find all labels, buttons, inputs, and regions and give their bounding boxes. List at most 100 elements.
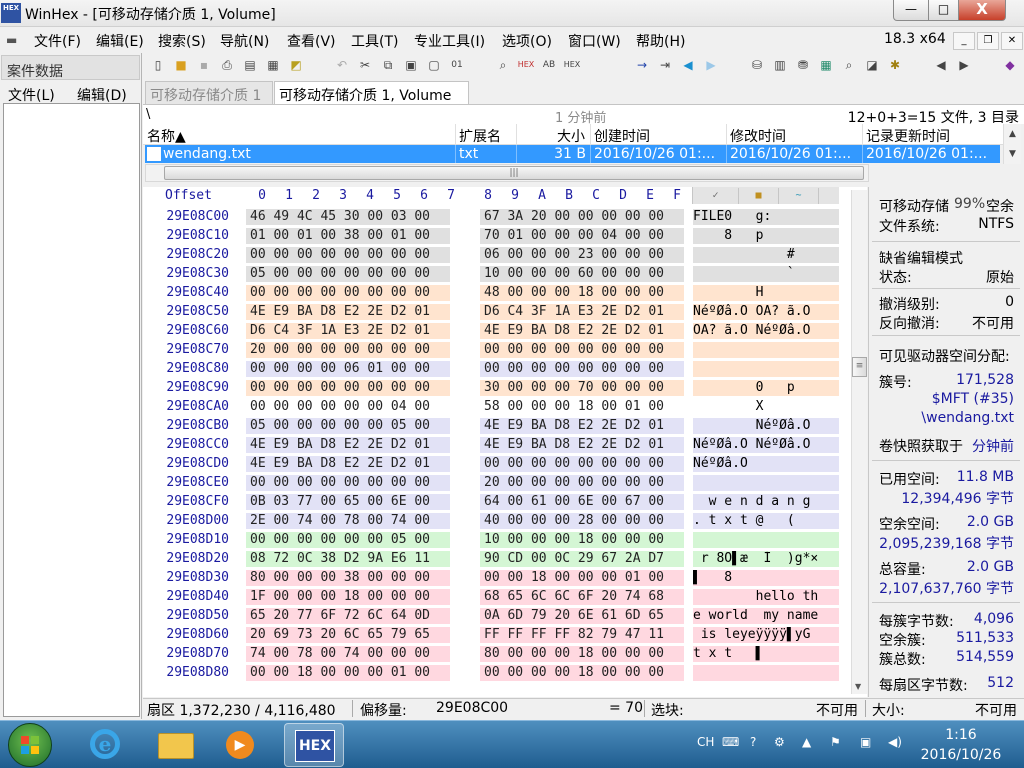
winhex-taskbar-button[interactable]: HEX xyxy=(284,723,344,767)
hex-text[interactable]: hello th xyxy=(693,589,839,605)
data-interpreter-icon[interactable]: ◪ xyxy=(863,56,881,74)
menu-edit[interactable]: 编辑(E) xyxy=(96,31,144,51)
hex-text[interactable]: w e n d a n g xyxy=(693,494,839,510)
hex-row[interactable]: 29E08C30 05 00 00 00 00 00 00 00 10 00 00 … xyxy=(143,265,843,284)
hex-bytes-high[interactable]: 68 65 6C 6C 6F 20 74 68 xyxy=(480,589,684,605)
binary-icon[interactable]: 01 xyxy=(448,56,466,74)
find-text-icon[interactable]: ⌕ xyxy=(494,56,512,74)
hex-bytes-high[interactable]: FF FF FF FF 82 79 47 11 xyxy=(480,627,684,643)
goto-sector-icon[interactable]: ⇥ xyxy=(656,56,674,74)
disk-tools-icon[interactable]: ⛁ xyxy=(748,56,766,74)
forward-icon[interactable]: ▶ xyxy=(702,56,720,74)
hex-text[interactable] xyxy=(693,475,839,491)
hex-row[interactable]: 29E08C90 00 00 00 00 00 00 00 00 30 00 00 … xyxy=(143,379,843,398)
file-list-hscrollbar[interactable]: ||| xyxy=(145,164,869,182)
copy-icon[interactable]: ⧉ xyxy=(379,56,397,74)
hex-bytes-high[interactable]: 67 3A 20 00 00 00 00 00 xyxy=(480,209,684,225)
table-row[interactable]: wendang.txt txt 31 B 2016/10/26 01:... 2… xyxy=(145,145,1000,163)
hex-text[interactable] xyxy=(693,532,839,548)
hex-row[interactable]: 29E08C80 00 00 00 00 06 01 00 00 00 00 00 … xyxy=(143,360,843,379)
hex-text[interactable]: NéºØâ.Ò ÖÄ? ã.Ò xyxy=(693,304,839,320)
hex-row[interactable]: 29E08D40 1F 00 00 00 18 00 00 00 68 65 6C … xyxy=(143,588,843,607)
new-file-icon[interactable]: ▯ xyxy=(149,56,167,74)
help-book-icon[interactable]: ◆ xyxy=(1001,56,1019,74)
replace-text-icon[interactable]: AB xyxy=(540,56,558,74)
menu-view[interactable]: 查看(V) xyxy=(287,31,336,51)
volume-icon[interactable]: ◀) xyxy=(888,735,902,749)
hex-row[interactable]: 29E08D80 00 00 18 00 00 00 01 00 00 00 00 … xyxy=(143,664,843,683)
hex-bytes-low[interactable]: 4E E9 BA D8 E2 2E D2 01 xyxy=(246,304,450,320)
hex-row[interactable]: 29E08C00 46 49 4C 45 30 00 03 00 67 3A 20 … xyxy=(143,208,843,227)
hex-row[interactable]: 29E08CA0 00 00 00 00 00 00 04 00 58 00 00 … xyxy=(143,398,843,417)
hex-text[interactable]: ÖÄ? ã.Ò NéºØâ.Ò xyxy=(693,323,839,339)
hex-bytes-low[interactable]: 4E E9 BA D8 E2 2E D2 01 xyxy=(246,456,450,472)
hex-row[interactable]: 29E08CE0 00 00 00 00 00 00 00 00 20 00 00 … xyxy=(143,474,843,493)
hex-bytes-low[interactable]: 0B 03 77 00 65 00 6E 00 xyxy=(246,494,450,510)
ie-icon[interactable]: e xyxy=(76,723,136,767)
open-folder-icon[interactable]: ■ xyxy=(172,56,190,74)
hex-bytes-high[interactable]: 48 00 00 00 18 00 00 00 xyxy=(480,285,684,301)
hex-row[interactable]: 29E08D20 08 72 0C 38 D2 9A E6 11 90 CD 00 … xyxy=(143,550,843,569)
hex-text[interactable]: 0 p xyxy=(693,380,839,396)
hex-bytes-high[interactable]: 00 00 00 00 00 00 00 00 xyxy=(480,456,684,472)
hscroll-thumb[interactable]: ||| xyxy=(164,166,864,180)
file-list-scrollbar[interactable]: ▲ ▼ xyxy=(1003,124,1021,164)
hex-text[interactable] xyxy=(693,665,839,681)
hex-bytes-low[interactable]: 00 00 00 00 00 00 05 00 xyxy=(246,532,450,548)
goto-offset-icon[interactable]: → xyxy=(633,56,651,74)
hex-bytes-low[interactable]: 00 00 00 00 00 00 00 00 xyxy=(246,475,450,491)
mdi-restore-button[interactable]: ❐ xyxy=(977,32,999,50)
template-view-icon[interactable]: ~ xyxy=(779,188,819,204)
hex-bytes-high[interactable]: 20 00 00 00 00 00 00 00 xyxy=(480,475,684,491)
hex-text[interactable]: 8 p xyxy=(693,228,839,244)
drive-icon[interactable]: ▬ xyxy=(6,33,26,47)
hex-bytes-high[interactable]: 10 00 00 00 60 00 00 00 xyxy=(480,266,684,282)
maximize-button[interactable]: □ xyxy=(928,0,959,21)
minimize-button[interactable]: — xyxy=(893,0,929,21)
hex-row[interactable]: 29E08C40 00 00 00 00 00 00 00 00 48 00 00 … xyxy=(143,284,843,303)
hex-bytes-low[interactable]: 80 00 00 00 38 00 00 00 xyxy=(246,570,450,586)
clipboard-icon[interactable]: ▦ xyxy=(264,56,282,74)
column-name[interactable]: 名称▲ xyxy=(147,126,186,146)
keyboard-icon[interactable]: ⌨ xyxy=(722,735,739,749)
hex-text[interactable]: r 8Ò▌æ Í )g*× xyxy=(693,551,839,567)
hex-bytes-high[interactable]: 64 00 61 00 6E 00 67 00 xyxy=(480,494,684,510)
hex-row[interactable]: 29E08C10 01 00 01 00 38 00 01 00 70 01 00 … xyxy=(143,227,843,246)
hex-text[interactable]: X xyxy=(693,399,839,415)
hex-row[interactable]: 29E08D10 00 00 00 00 00 00 05 00 10 00 00 … xyxy=(143,531,843,550)
menu-pro-tools[interactable]: 专业工具(I) xyxy=(414,31,485,51)
disk-clone-icon[interactable]: ⛃ xyxy=(794,56,812,74)
calculator-icon[interactable]: ▦ xyxy=(817,56,835,74)
scroll-down-icon[interactable]: ▼ xyxy=(855,682,861,691)
hex-text[interactable]: NéºØâ.Ò xyxy=(693,456,839,472)
start-button[interactable] xyxy=(8,723,52,767)
prev-block-icon[interactable]: ◀ xyxy=(932,56,950,74)
hex-bytes-low[interactable]: 46 49 4C 45 30 00 03 00 xyxy=(246,209,450,225)
hex-bytes-low[interactable]: 20 00 00 00 00 00 00 00 xyxy=(246,342,450,358)
hex-bytes-low[interactable]: 2E 00 74 00 78 00 74 00 xyxy=(246,513,450,529)
folder-view-icon[interactable]: ■ xyxy=(739,188,779,204)
hex-bytes-high[interactable]: 00 00 00 00 00 00 00 00 xyxy=(480,342,684,358)
tray-expand-icon[interactable]: ▲ xyxy=(802,735,811,749)
help-icon[interactable]: ? xyxy=(750,735,756,749)
hex-bytes-high[interactable]: 0A 6D 79 20 6E 61 6D 65 xyxy=(480,608,684,624)
hex-bytes-high[interactable]: 00 00 00 00 18 00 00 00 xyxy=(480,665,684,681)
tab-removable-volume[interactable]: 可移动存储介质 1, Volume xyxy=(274,81,469,104)
explorer-icon[interactable] xyxy=(146,723,206,767)
hex-bytes-high[interactable]: 10 00 00 00 18 00 00 00 xyxy=(480,532,684,548)
ram-icon[interactable]: ▥ xyxy=(771,56,789,74)
open-disk-icon[interactable]: ◩ xyxy=(287,56,305,74)
case-tree[interactable] xyxy=(3,103,140,717)
hex-row[interactable]: 29E08D30 80 00 00 00 38 00 00 00 00 00 18 … xyxy=(143,569,843,588)
hex-text[interactable]: . t x t @ ( xyxy=(693,513,839,529)
hex-bytes-low[interactable]: 20 69 73 20 6C 65 79 65 xyxy=(246,627,450,643)
hex-bytes-high[interactable]: 4E E9 BA D8 E2 2E D2 01 xyxy=(480,418,684,434)
vscroll-thumb[interactable]: ≡ xyxy=(852,357,867,377)
close-button[interactable]: X xyxy=(958,0,1006,21)
hex-bytes-low[interactable]: 00 00 00 00 00 00 00 00 xyxy=(246,285,450,301)
mdi-close-button[interactable]: ✕ xyxy=(1001,32,1023,50)
hex-bytes-high[interactable]: 00 00 00 00 00 00 00 00 xyxy=(480,361,684,377)
hex-row[interactable]: 29E08C70 20 00 00 00 00 00 00 00 00 00 00 … xyxy=(143,341,843,360)
hex-row[interactable]: 29E08C60 D6 C4 3F 1A E3 2E D2 01 4E E9 BA … xyxy=(143,322,843,341)
menu-file[interactable]: 文件(F) xyxy=(34,31,81,51)
